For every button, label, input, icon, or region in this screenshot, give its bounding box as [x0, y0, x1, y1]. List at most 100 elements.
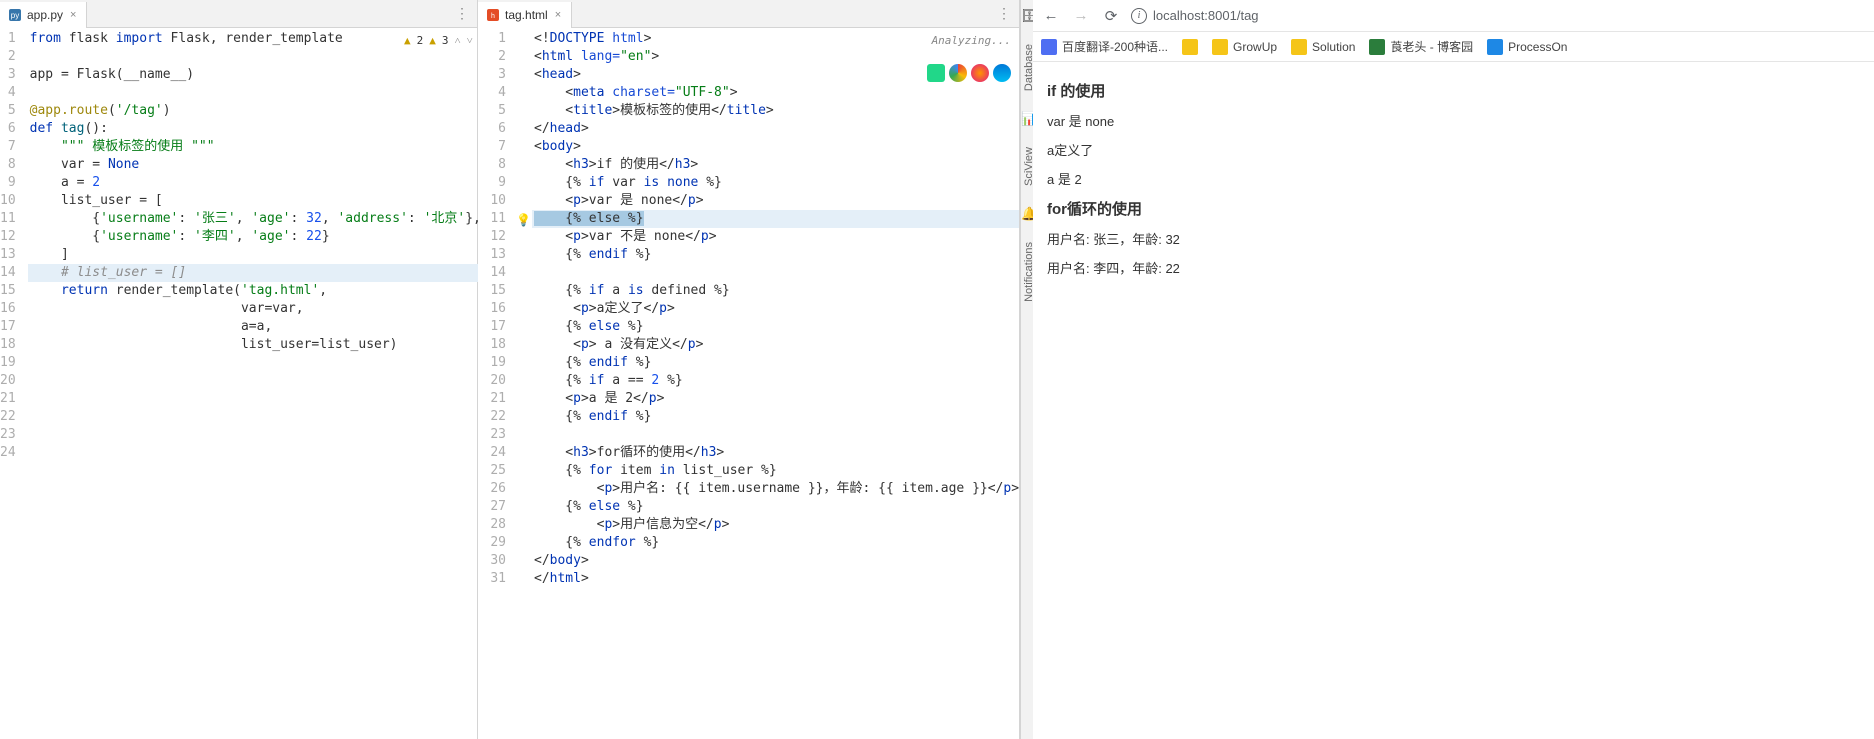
code-line[interactable]: app = Flask(__name__) — [28, 66, 481, 84]
code-line[interactable]: <p>a 是 2</p> — [532, 390, 1019, 408]
bookmark-item[interactable] — [1182, 39, 1198, 55]
sidebar-item-notifications[interactable]: Notifications — [1023, 242, 1035, 302]
code-line[interactable]: {% if a is defined %} — [532, 282, 1019, 300]
bookmark-item[interactable]: 百度翻译-200种语... — [1041, 38, 1168, 55]
reload-button[interactable]: ⟳ — [1101, 7, 1121, 25]
tab-app-py[interactable]: py app.py × — [0, 2, 87, 28]
code-line[interactable]: {% else %} — [532, 498, 1019, 516]
code-line[interactable]: var=var, — [28, 300, 481, 318]
code-line[interactable]: <h3>for循环的使用</h3> — [532, 444, 1019, 462]
code-line[interactable]: <html lang="en"> — [532, 48, 1019, 66]
line-number: 12 — [0, 228, 28, 246]
code-line[interactable]: @app.route('/tag') — [28, 102, 481, 120]
code-line[interactable]: <!DOCTYPE html> — [532, 30, 1019, 48]
close-icon[interactable]: × — [68, 9, 78, 21]
code-line[interactable] — [28, 84, 481, 102]
bulb-icon[interactable]: 💡 — [516, 211, 531, 229]
code-line[interactable]: from flask import Flask, render_template — [28, 30, 481, 48]
tab-menu-icon[interactable]: ⋮ — [989, 5, 1019, 22]
heading-for: for循环的使用 — [1047, 198, 1860, 219]
code-line[interactable]: {'username': '张三', 'age': 32, 'address':… — [28, 210, 481, 228]
editor-body-right[interactable]: 1234567891011121314151617181920212223242… — [478, 28, 1019, 739]
code-line[interactable] — [28, 426, 481, 444]
sidebar-item-database[interactable]: Database — [1023, 44, 1035, 91]
bookmark-item[interactable]: ProcessOn — [1487, 39, 1567, 55]
line-number: 22 — [478, 408, 518, 426]
browser-toolbar: ← → ⟳ i localhost:8001/tag — [1033, 0, 1874, 32]
bookmark-item[interactable]: Solution — [1291, 39, 1355, 55]
tab-menu-icon[interactable]: ⋮ — [447, 5, 477, 22]
site-info-icon[interactable]: i — [1131, 8, 1147, 24]
bookmark-item[interactable]: 莨老头 - 博客园 — [1369, 38, 1473, 55]
code-line[interactable]: {% endif %} — [532, 246, 1019, 264]
code-line[interactable]: def tag(): — [28, 120, 481, 138]
code-line[interactable] — [28, 372, 481, 390]
code-line[interactable] — [28, 390, 481, 408]
code-line[interactable]: {% else %} — [532, 318, 1019, 336]
close-icon[interactable]: × — [553, 9, 563, 21]
code-line[interactable]: <p>var 是 none</p> — [532, 192, 1019, 210]
code-line[interactable]: 💡 {% else %} — [532, 210, 1019, 228]
address-bar[interactable]: i localhost:8001/tag — [1131, 8, 1866, 24]
line-number: 4 — [0, 84, 28, 102]
code-line[interactable]: <p>a定义了</p> — [532, 300, 1019, 318]
line-number: 8 — [0, 156, 28, 174]
line-number: 23 — [0, 426, 28, 444]
python-file-icon: py — [8, 8, 22, 22]
back-button[interactable]: ← — [1041, 7, 1061, 24]
bookmark-item[interactable]: GrowUp — [1212, 39, 1277, 55]
line-number: 16 — [0, 300, 28, 318]
code-line[interactable]: ] — [28, 246, 481, 264]
output-line: a 是 2 — [1047, 169, 1860, 188]
bookmark-label: 莨老头 - 博客园 — [1390, 38, 1473, 55]
line-number: 13 — [0, 246, 28, 264]
bookmark-favicon — [1369, 39, 1385, 55]
code-line[interactable]: <p> a 没有定义</p> — [532, 336, 1019, 354]
code-line[interactable]: # list_user = [] — [28, 264, 481, 282]
code-line[interactable] — [28, 408, 481, 426]
code-line[interactable]: {% for item in list_user %} — [532, 462, 1019, 480]
code-line[interactable]: <p>用户信息为空</p> — [532, 516, 1019, 534]
code-line[interactable] — [532, 426, 1019, 444]
code-line[interactable]: {% endif %} — [532, 354, 1019, 372]
code-line[interactable]: {'username': '李四', 'age': 22} — [28, 228, 481, 246]
code-line[interactable]: <h3>if 的使用</h3> — [532, 156, 1019, 174]
code-line[interactable]: """ 模板标签的使用 """ — [28, 138, 481, 156]
code-line[interactable]: <body> — [532, 138, 1019, 156]
line-number: 18 — [0, 336, 28, 354]
code-line[interactable] — [28, 48, 481, 66]
code-line[interactable] — [28, 354, 481, 372]
code-line[interactable]: list_user = [ — [28, 192, 481, 210]
output-line: 用户名: 李四，年龄: 22 — [1047, 258, 1860, 277]
code-line[interactable]: <title>模板标签的使用</title> — [532, 102, 1019, 120]
line-number: 3 — [0, 66, 28, 84]
code-line[interactable]: {% endfor %} — [532, 534, 1019, 552]
code-line[interactable]: <p>var 不是 none</p> — [532, 228, 1019, 246]
code-line[interactable]: </head> — [532, 120, 1019, 138]
editor-body-left[interactable]: 123456789101112131415161718192021222324 … — [0, 28, 477, 739]
line-number: 26 — [478, 480, 518, 498]
code-line[interactable]: {% if a == 2 %} — [532, 372, 1019, 390]
browser-panel: ← → ⟳ i localhost:8001/tag 百度翻译-200种语...… — [1033, 0, 1874, 739]
line-number: 21 — [478, 390, 518, 408]
code-line[interactable]: <p>用户名: {{ item.username }}，年龄: {{ item.… — [532, 480, 1019, 498]
code-line[interactable]: var = None — [28, 156, 481, 174]
code-line[interactable]: <meta charset="UTF-8"> — [532, 84, 1019, 102]
bookmark-label: Solution — [1312, 40, 1355, 54]
code-line[interactable]: <head> — [532, 66, 1019, 84]
code-line[interactable]: {% if var is none %} — [532, 174, 1019, 192]
code-line[interactable]: {% endif %} — [532, 408, 1019, 426]
code-line[interactable]: list_user=list_user) — [28, 336, 481, 354]
code-line[interactable]: </html> — [532, 570, 1019, 588]
sidebar-item-sciview[interactable]: SciView — [1023, 147, 1035, 186]
code-line[interactable]: </body> — [532, 552, 1019, 570]
forward-button[interactable]: → — [1071, 7, 1091, 24]
code-line[interactable]: a = 2 — [28, 174, 481, 192]
line-number: 13 — [478, 246, 518, 264]
code-line[interactable] — [28, 444, 481, 462]
code-line[interactable]: return render_template('tag.html', — [28, 282, 481, 300]
code-line[interactable] — [532, 264, 1019, 282]
code-line[interactable]: a=a, — [28, 318, 481, 336]
tab-tag-html[interactable]: h tag.html × — [478, 2, 572, 28]
line-number: 17 — [478, 318, 518, 336]
